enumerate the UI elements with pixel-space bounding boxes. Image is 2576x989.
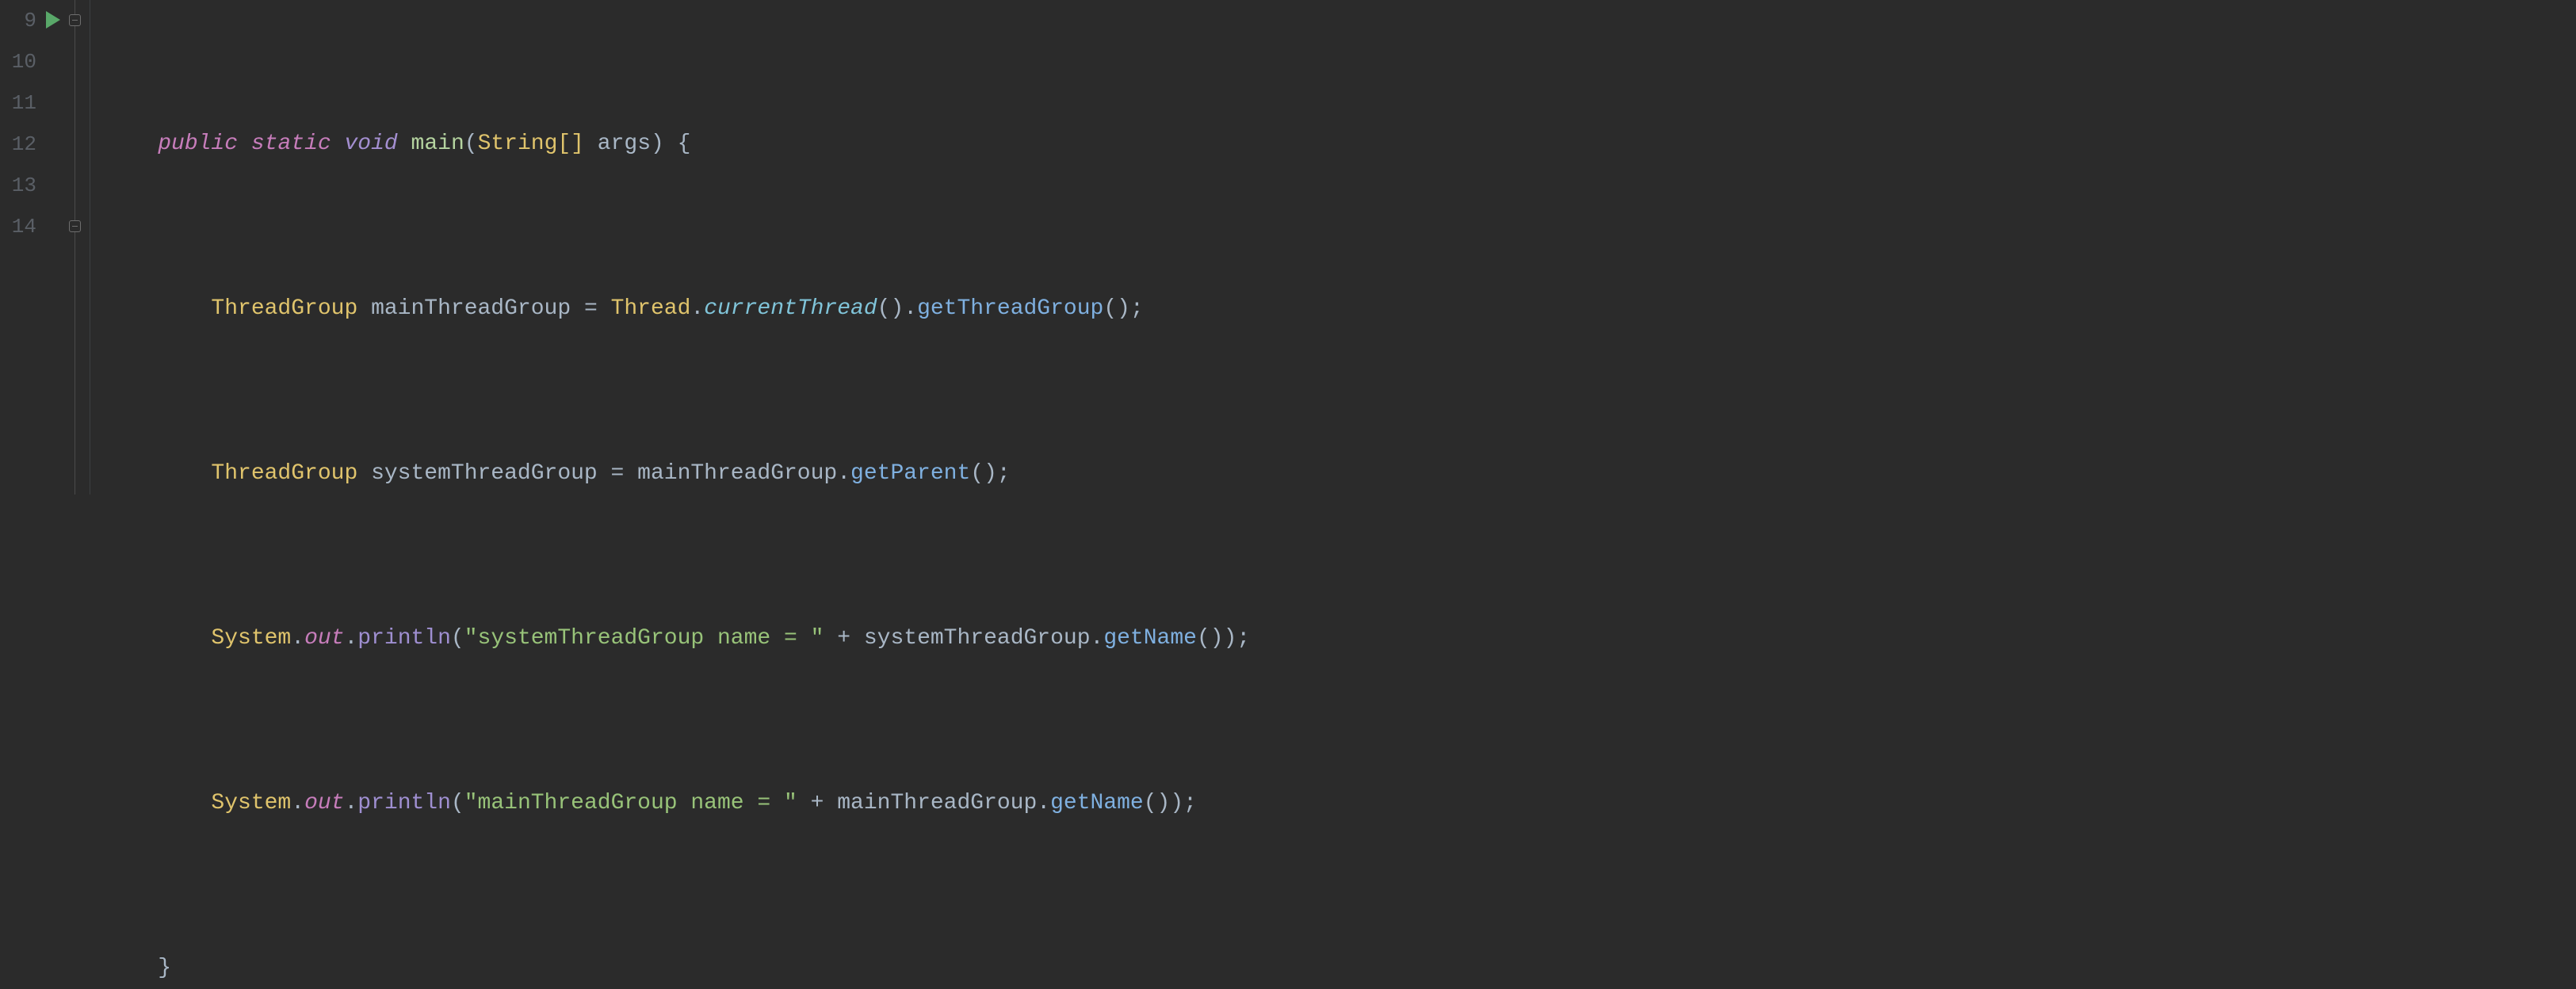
indent <box>105 132 158 156</box>
type-system: System <box>211 791 291 815</box>
keyword-void: void <box>345 132 398 156</box>
param-args: args <box>598 132 651 156</box>
fold-gutter <box>67 0 90 494</box>
line-number-gutter: 9 10 11 12 13 14 <box>0 0 43 494</box>
operator-assign: = <box>611 461 625 486</box>
paren-close: ) <box>1170 791 1183 815</box>
dot: . <box>291 626 304 651</box>
dot: . <box>344 626 357 651</box>
call-get-name: getName <box>1103 626 1197 651</box>
string-literal: "systemThreadGroup name = " <box>464 626 824 651</box>
line-number: 11 <box>0 82 36 124</box>
call-current-thread: currentThread <box>704 296 877 321</box>
semicolon: ; <box>1236 626 1250 651</box>
fold-close-icon[interactable] <box>69 220 81 232</box>
paren-open: ( <box>464 132 478 156</box>
call-get-parent: getParent <box>850 461 970 486</box>
paren-open: ( <box>1144 791 1157 815</box>
paren-open: ( <box>451 626 464 651</box>
code-line[interactable]: public static void main(String[] args) { <box>105 124 2576 165</box>
dot: . <box>1091 626 1104 651</box>
keyword-public: public <box>158 132 238 156</box>
semicolon: ; <box>1183 791 1197 815</box>
type-string-array: String[] <box>478 132 584 156</box>
brace-open: { <box>678 132 691 156</box>
code-area[interactable]: public static void main(String[] args) {… <box>90 0 2576 494</box>
dot: . <box>904 296 917 321</box>
field-out: out <box>304 626 344 651</box>
paren-close: ) <box>984 461 997 486</box>
code-line[interactable]: ThreadGroup mainThreadGroup = Thread.cur… <box>105 288 2576 330</box>
paren-close: ) <box>890 296 904 321</box>
paren-close: ) <box>1157 791 1171 815</box>
indent <box>105 461 211 486</box>
type-thread: Thread <box>611 296 691 321</box>
call-get-thread-group: getThreadGroup <box>917 296 1103 321</box>
operator-assign: = <box>584 296 598 321</box>
indent <box>105 956 158 980</box>
semicolon: ; <box>997 461 1011 486</box>
paren-open: ( <box>877 296 891 321</box>
indent <box>105 626 211 651</box>
code-line[interactable]: System.out.println("mainThreadGroup name… <box>105 783 2576 824</box>
run-gutter <box>43 0 67 494</box>
line-number: 14 <box>0 206 36 247</box>
var-main-thread-group: mainThreadGroup <box>371 296 571 321</box>
type-system: System <box>211 626 291 651</box>
indent <box>105 791 211 815</box>
fold-open-icon[interactable] <box>69 14 81 26</box>
code-line[interactable]: System.out.println("systemThreadGroup na… <box>105 618 2576 659</box>
dot: . <box>344 791 357 815</box>
paren-close: ) <box>1224 626 1237 651</box>
code-line[interactable]: ThreadGroup systemThreadGroup = mainThre… <box>105 453 2576 494</box>
indent <box>105 296 211 321</box>
line-number: 10 <box>0 41 36 82</box>
paren-open: ( <box>1103 296 1117 321</box>
code-editor[interactable]: 9 10 11 12 13 14 public static void main… <box>0 0 2576 494</box>
string-literal: "mainThreadGroup name = " <box>464 791 797 815</box>
dot: . <box>1037 791 1050 815</box>
line-number: 9 <box>0 0 36 41</box>
call-println: println <box>357 626 451 651</box>
ref-main-thread-group: mainThreadGroup <box>637 461 837 486</box>
paren-open: ( <box>1197 626 1210 651</box>
dot: . <box>291 791 304 815</box>
paren-close: ) <box>651 132 664 156</box>
line-number: 12 <box>0 124 36 165</box>
semicolon: ; <box>1130 296 1144 321</box>
code-line[interactable]: } <box>105 948 2576 989</box>
call-get-name: getName <box>1050 791 1144 815</box>
method-name-main: main <box>411 132 464 156</box>
operator-plus: + <box>837 626 850 651</box>
field-out: out <box>304 791 344 815</box>
run-icon[interactable] <box>44 10 62 30</box>
dot: . <box>837 461 850 486</box>
var-system-thread-group: systemThreadGroup <box>371 461 598 486</box>
call-println: println <box>357 791 451 815</box>
line-number: 13 <box>0 165 36 206</box>
dot: . <box>690 296 704 321</box>
paren-open: ( <box>970 461 984 486</box>
paren-close: ) <box>1117 296 1130 321</box>
type-threadgroup: ThreadGroup <box>211 461 357 486</box>
ref-main-thread-group: mainThreadGroup <box>837 791 1037 815</box>
ref-system-thread-group: systemThreadGroup <box>864 626 1091 651</box>
operator-plus: + <box>811 791 824 815</box>
brace-close: } <box>158 956 171 980</box>
keyword-static: static <box>251 132 331 156</box>
paren-close: ) <box>1210 626 1224 651</box>
type-threadgroup: ThreadGroup <box>211 296 357 321</box>
paren-open: ( <box>451 791 464 815</box>
